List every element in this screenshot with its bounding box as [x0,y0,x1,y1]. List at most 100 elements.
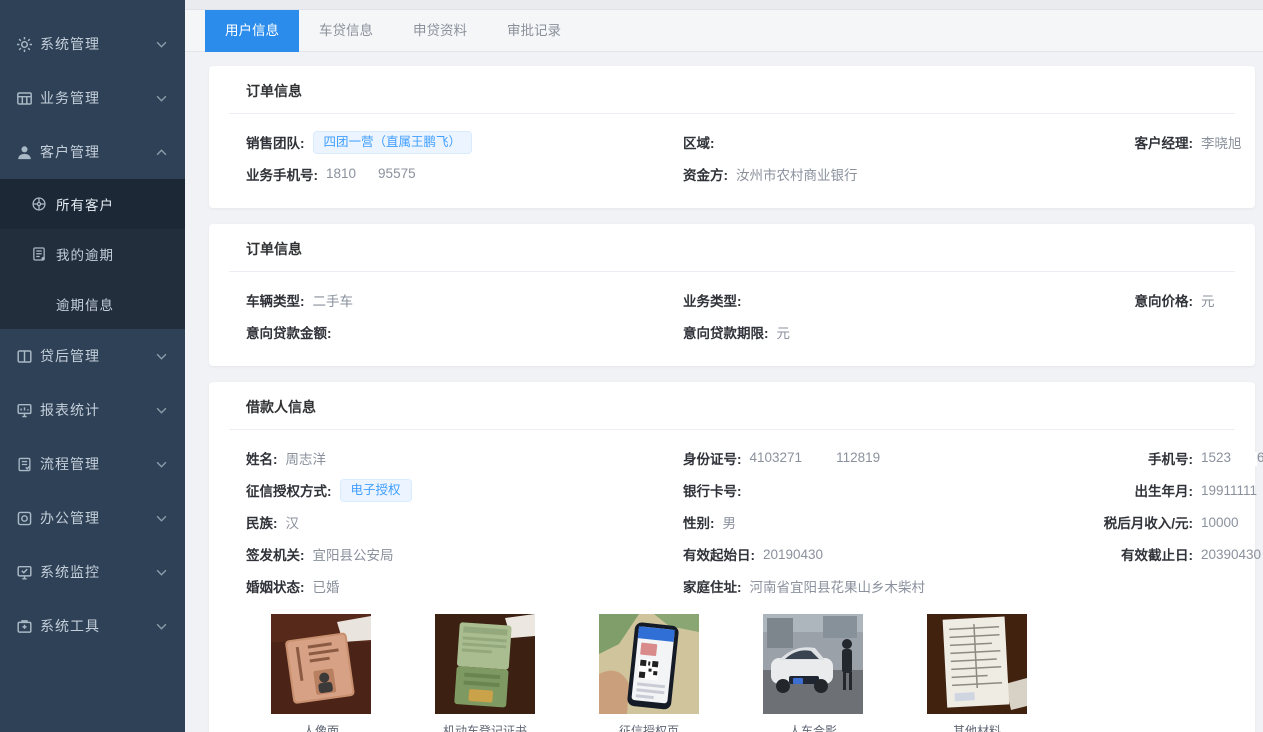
sidebar: 系统管理 业务管理 客户管理 所有客户 [0,0,185,732]
sidebar-item-business-mgmt[interactable]: 业务管理 [0,71,185,125]
sidebar-item-report-stats[interactable]: 报表统计 [0,383,185,437]
tab-user-info[interactable]: 用户信息 [205,10,299,52]
field-valid-to: 有效截止日: 20390430 [1077,544,1261,564]
sidebar-item-overdue-info[interactable]: 逾期信息 [0,279,185,329]
credit-auth-tag[interactable]: 电子授权 [340,479,412,502]
field-birth-date: 出生年月: 19911111 [1077,480,1257,500]
green-book-thumbnail [435,614,535,714]
document-photo-row: 人像面 [246,614,1235,732]
sidebar-item-all-customers[interactable]: 所有客户 [0,179,185,229]
field-monthly-income: 税后月收入/元: 10000 [1077,512,1239,532]
wheel-icon [31,196,47,212]
field-name: 姓名: 周志洋 [246,448,683,468]
field-account-manager: 客户经理: 李晓旭 [1077,132,1242,152]
sidebar-item-label: 办公管理 [40,508,100,528]
id-card-thumbnail [271,614,371,714]
user-icon [16,144,33,161]
field-bank-card: 银行卡号: [683,480,1077,500]
car-person-thumbnail [763,614,863,714]
sidebar-item-label: 系统管理 [40,34,100,54]
photo-caption: 机动车登记证书 [435,722,535,732]
tab-loan-application-docs[interactable]: 申贷资料 [393,10,487,52]
field-issuing-authority: 签发机关: 宜阳县公安局 [246,544,683,564]
chevron-down-icon [156,569,167,576]
monitor-check-icon [16,564,33,581]
photo-caption: 征信授权页 [599,722,699,732]
photo-caption: 人车合影 [763,722,863,732]
photo-id-card-portrait[interactable]: 人像面 [271,614,371,732]
photo-credit-auth-phone[interactable]: 征信授权页 [599,614,699,732]
field-region: 区域: [683,132,1077,152]
field-business-type: 业务类型: [683,290,1077,310]
divider [229,113,1235,114]
toolbox-icon [16,618,33,635]
chevron-down-icon [156,353,167,360]
sidebar-submenu-customer: 所有客户 我的逾期 逾期信息 [0,179,185,329]
field-intended-loan-term: 意向贷款期限: 元 [683,322,1077,342]
sidebar-item-customer-mgmt[interactable]: 客户管理 [0,125,185,179]
masked-digits [802,452,836,466]
field-gender: 性别: 男 [683,512,1077,532]
sidebar-item-office-mgmt[interactable]: 办公管理 [0,491,185,545]
chevron-down-icon [156,461,167,468]
sidebar-item-process-mgmt[interactable]: 流程管理 [0,437,185,491]
clipboard-icon [16,456,33,473]
photo-other-document[interactable]: 其他材料 [927,614,1027,732]
order-info-card-2: 订单信息 车辆类型: 二手车 业务类型: 意向价格: 元 意向贷款金额: [209,224,1255,366]
sidebar-item-postloan-mgmt[interactable]: 贷后管理 [0,329,185,383]
masked-digits [1231,452,1257,466]
sidebar-item-label: 贷后管理 [40,346,100,366]
field-vehicle-type: 车辆类型: 二手车 [246,290,683,310]
field-marital-status: 婚姻状态: 已婚 [246,576,683,596]
target-icon [16,510,33,527]
chevron-down-icon [156,407,167,414]
field-sales-team: 销售团队: 四团一营（直属王鹏飞） [246,131,683,154]
sidebar-item-system-mgmt[interactable]: 系统管理 [0,17,185,71]
field-intended-loan-amount: 意向贷款金额: [246,322,683,342]
chevron-up-icon [156,149,167,156]
card-title: 订单信息 [246,224,1235,271]
field-ethnicity: 民族: 汉 [246,512,683,532]
field-funder: 资金方: 汝州市农村商业银行 [683,164,1077,184]
photo-vehicle-green-book[interactable]: 机动车登记证书 [435,614,535,732]
field-credit-auth-method: 征信授权方式: 电子授权 [246,479,683,502]
chevron-down-icon [156,623,167,630]
chevron-down-icon [156,515,167,522]
photo-person-with-car[interactable]: 人车合影 [763,614,863,732]
sidebar-item-system-tools[interactable]: 系统工具 [0,599,185,653]
top-strip [185,0,1263,10]
sidebar-item-label: 报表统计 [40,400,100,420]
sidebar-item-label: 客户管理 [40,142,100,162]
sidebar-item-my-overdue[interactable]: 我的逾期 [0,229,185,279]
tab-approval-records[interactable]: 审批记录 [487,10,581,52]
photo-caption: 其他材料 [927,722,1027,732]
borrower-info-card: 借款人信息 姓名: 周志洋 身份证号: 4103271112819 手机号: 1… [209,382,1255,732]
field-home-address: 家庭住址: 河南省宜阳县花果山乡木柴村 [683,576,1077,596]
chevron-down-icon [156,41,167,48]
divider [229,429,1235,430]
sales-team-tag[interactable]: 四团一营（直属王鹏飞） [313,131,473,154]
sidebar-item-system-monitor[interactable]: 系统监控 [0,545,185,599]
grid-icon [16,90,33,107]
main-content: 用户信息 车贷信息 申贷资料 审批记录 订单信息 销售团队: 四团一营（直属王鹏… [185,0,1263,732]
tab-car-loan-info[interactable]: 车贷信息 [299,10,393,52]
order-info-card-1: 订单信息 销售团队: 四团一营（直属王鹏飞） 区域: 客户经理: 李晓旭 业 [209,66,1255,208]
card-title: 订单信息 [246,66,1235,113]
field-mobile-phone: 手机号: 15236137 [1077,448,1263,468]
sidebar-item-label: 所有客户 [56,194,114,214]
field-intended-price: 意向价格: 元 [1077,290,1235,310]
phone-qr-thumbnail [599,614,699,714]
card-title: 借款人信息 [246,382,1235,429]
tab-bar: 用户信息 车贷信息 申贷资料 审批记录 [185,10,1263,52]
columns-icon [16,348,33,365]
divider [229,271,1235,272]
sidebar-item-label: 我的逾期 [56,244,114,264]
photo-caption: 人像面 [271,722,371,732]
masked-digits [356,168,378,182]
chevron-down-icon [156,95,167,102]
gear-icon [16,36,33,53]
sidebar-item-label: 系统监控 [40,562,100,582]
sidebar-item-label: 逾期信息 [56,294,114,314]
field-valid-from: 有效起始日: 20190430 [683,544,1077,564]
notebook-icon [31,246,47,262]
